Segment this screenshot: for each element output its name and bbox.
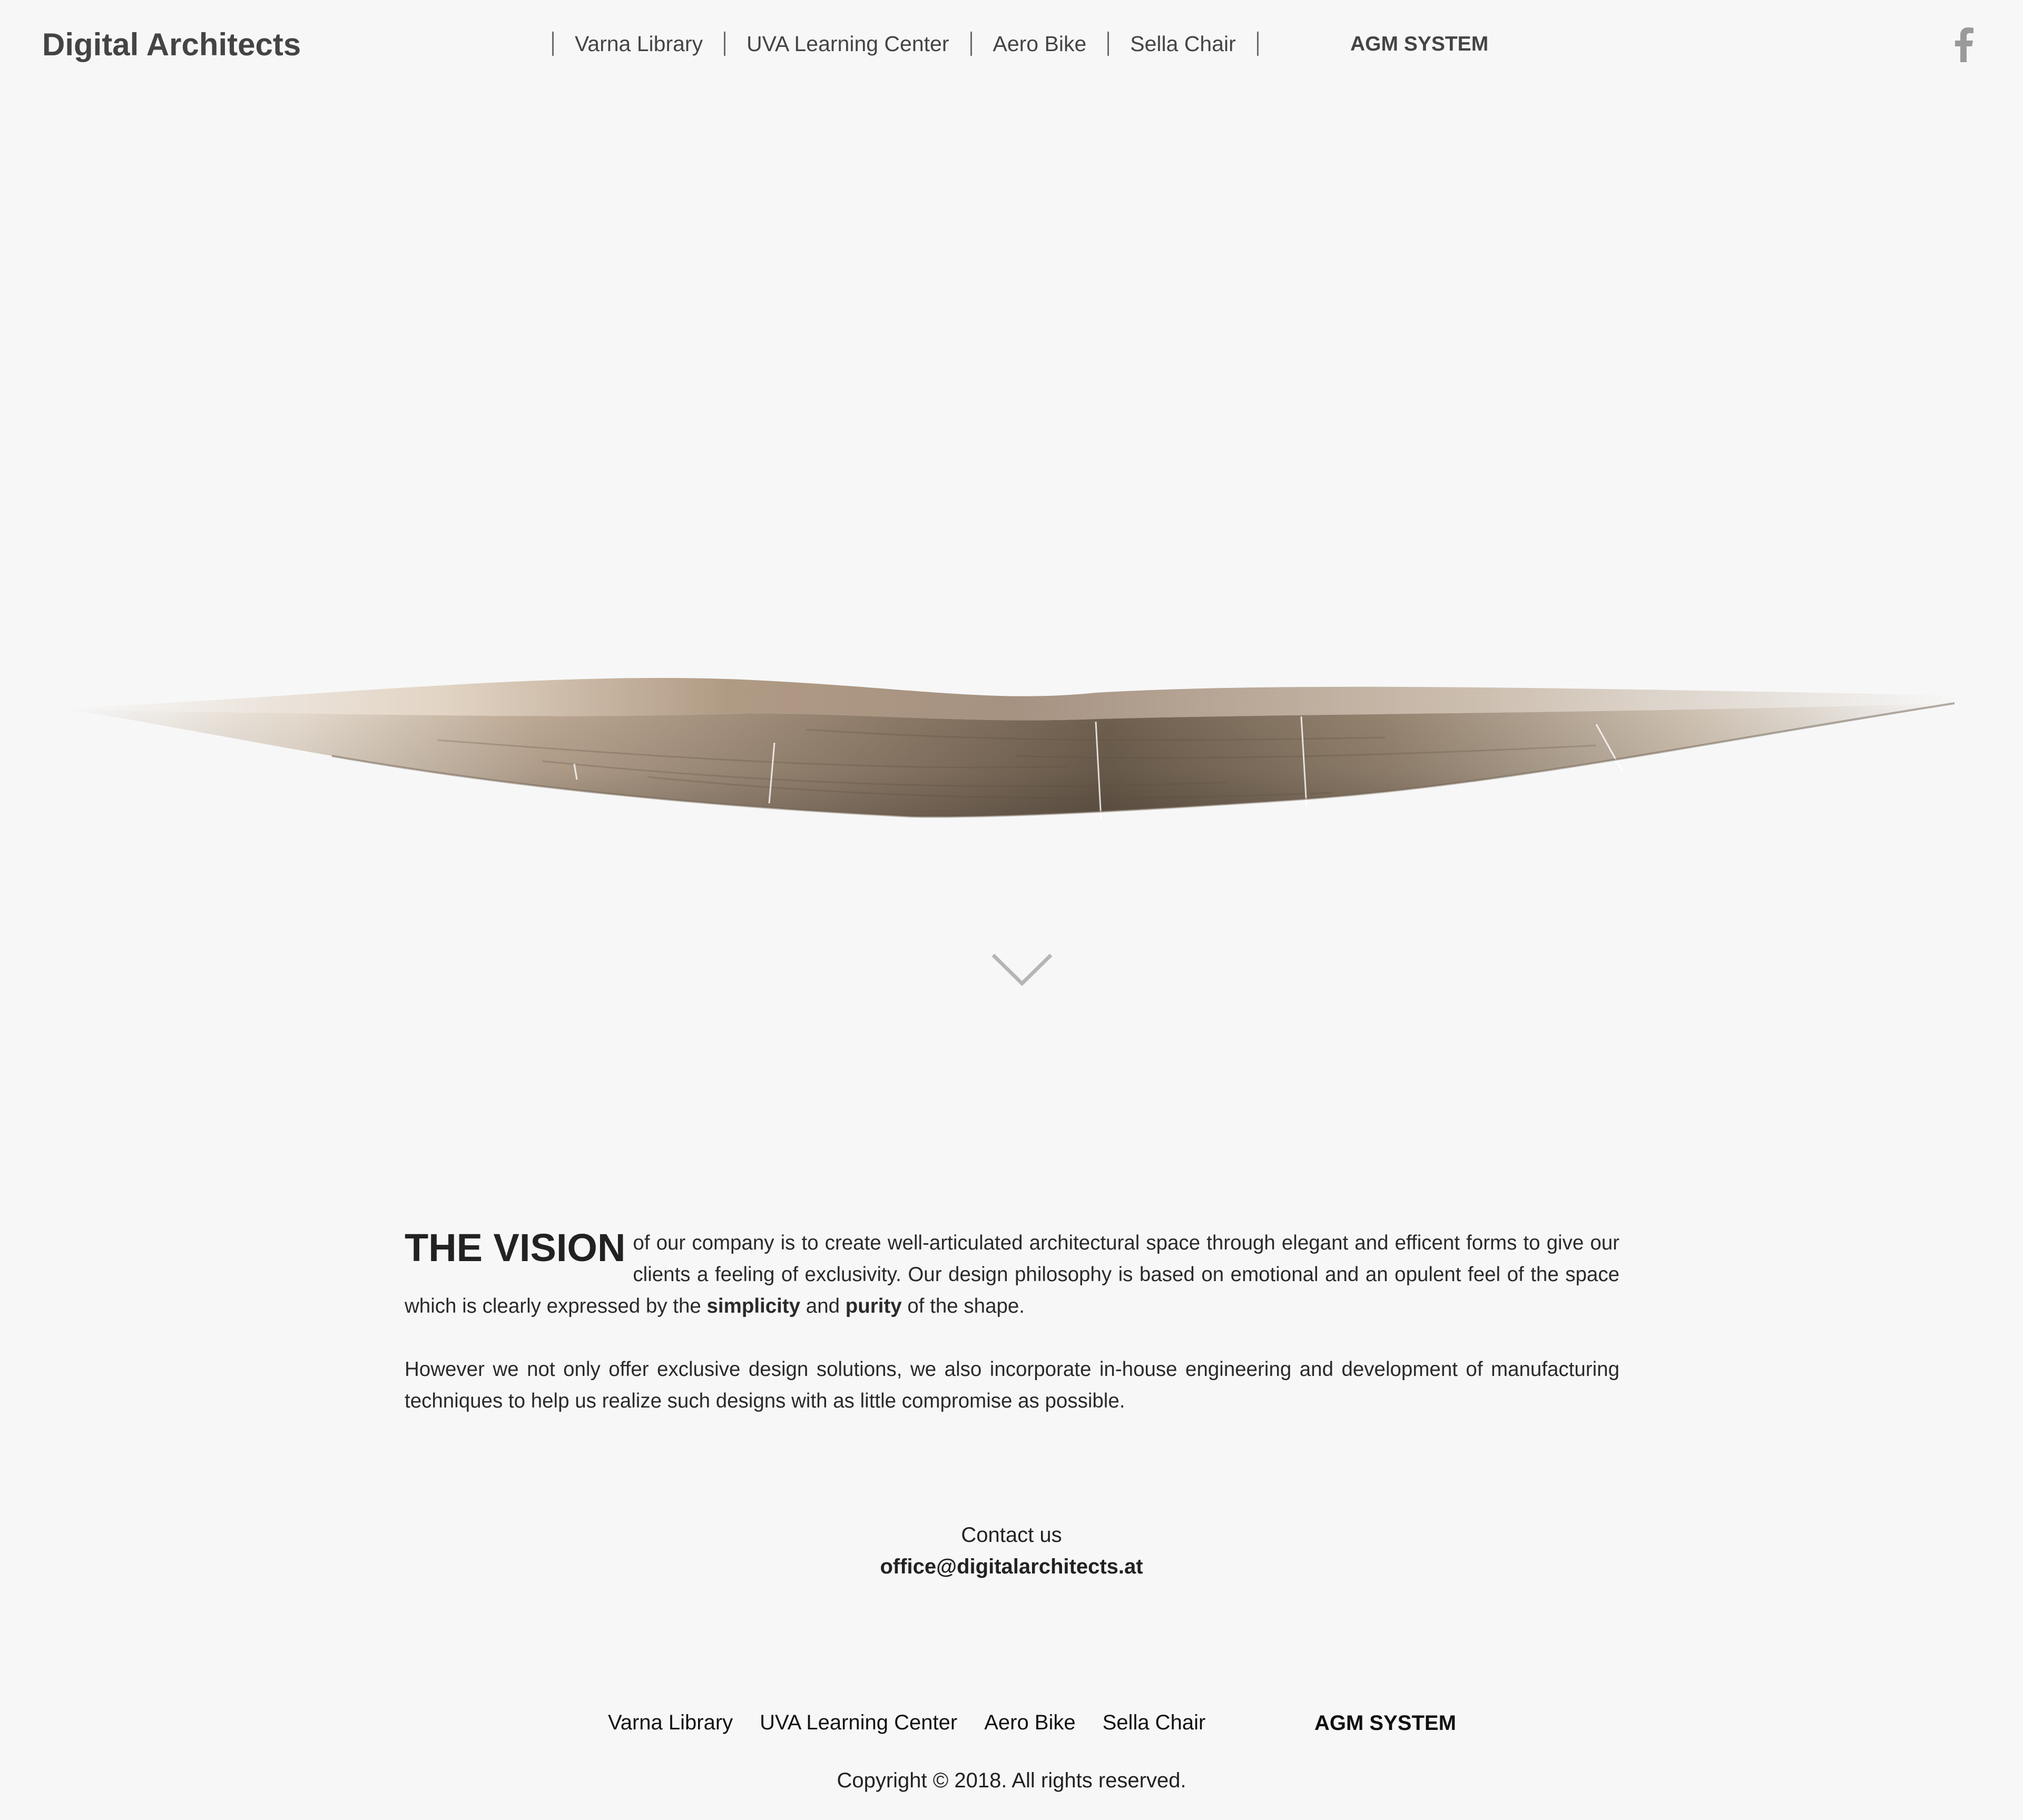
vision-section: THE VISION of our company is to create w… [405, 1226, 1619, 1417]
contact-section: Contact us office@digitalarchitects.at [0, 1519, 2023, 1582]
footer-link-agm-system[interactable]: AGM SYSTEM [1314, 1711, 1456, 1735]
nav-link-uva-learning-center[interactable]: UVA Learning Center [747, 32, 949, 56]
page: Digital Architects Varna Library UVA Lea… [0, 0, 2023, 1820]
nav-link-varna-library[interactable]: Varna Library [575, 32, 703, 56]
footer-link-sella-chair[interactable]: Sella Chair [1103, 1711, 1206, 1735]
chevron-down-icon[interactable] [990, 951, 1054, 988]
top-nav: Varna Library UVA Learning Center Aero B… [552, 31, 1280, 57]
vision-bold-simplicity: simplicity [706, 1295, 801, 1317]
nav-divider [1107, 32, 1109, 56]
vision-paragraph-1: THE VISION of our company is to create w… [405, 1226, 1619, 1322]
vision-text-and: and [806, 1295, 840, 1317]
facebook-icon[interactable] [1952, 27, 1975, 62]
nav-divider [552, 32, 554, 56]
contact-email-link[interactable]: office@digitalarchitects.at [0, 1551, 2023, 1582]
nav-link-aero-bike[interactable]: Aero Bike [993, 32, 1087, 56]
contact-label: Contact us [961, 1523, 1062, 1547]
copyright-text: Copyright © 2018. All rights reserved. [837, 1769, 1186, 1792]
nav-divider [1256, 32, 1259, 56]
nav-link-sella-chair[interactable]: Sella Chair [1130, 32, 1236, 56]
nav-link-agm-system[interactable]: AGM SYSTEM [1350, 33, 1488, 56]
nav-divider [724, 32, 726, 56]
vision-title: THE VISION [405, 1226, 626, 1270]
footer-link-uva-learning-center[interactable]: UVA Learning Center [760, 1711, 957, 1735]
hero-wood-sculpture [68, 678, 1955, 820]
footer-link-varna-library[interactable]: Varna Library [608, 1711, 733, 1735]
footer-nav: Varna Library UVA Learning Center Aero B… [608, 1711, 1205, 1735]
footer-link-aero-bike[interactable]: Aero Bike [984, 1711, 1075, 1735]
brand-logo[interactable]: Digital Architects [42, 26, 301, 63]
nav-divider [970, 32, 972, 56]
vision-bold-purity: purity [845, 1295, 902, 1317]
vision-paragraph-2: However we not only offer exclusive desi… [405, 1358, 1619, 1412]
vision-text-end: of the shape. [907, 1295, 1025, 1317]
